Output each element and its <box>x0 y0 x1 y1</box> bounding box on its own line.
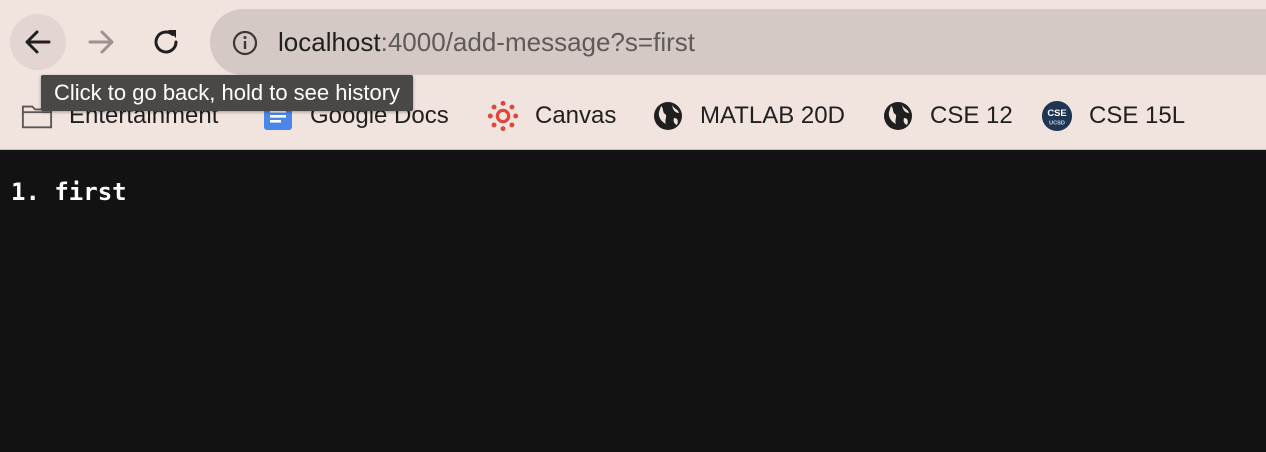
bookmark-label: CSE 12 <box>930 102 1013 129</box>
bookmark-label: Canvas <box>535 102 617 129</box>
reload-icon <box>154 30 178 54</box>
cse-icon-text-top: CSE <box>1047 107 1066 118</box>
url-host: localhost <box>278 27 381 57</box>
info-icon[interactable] <box>232 30 258 56</box>
bookmark-matlab-20d[interactable]: MATLAB 20D <box>652 92 845 140</box>
url-text[interactable]: localhost:4000/add-message?s=first <box>278 26 695 58</box>
forward-button[interactable] <box>73 14 129 70</box>
page-content: 1. first <box>0 150 1266 452</box>
arrow-left-icon <box>25 30 51 54</box>
bookmark-cse-15l[interactable]: CSE UCSD CSE 15L <box>1041 92 1185 140</box>
bookmark-label: CSE 15L <box>1089 102 1186 129</box>
cse-icon-text-bottom: UCSD <box>1049 120 1065 126</box>
arrow-right-icon <box>88 30 114 54</box>
cse-ucsd-icon: CSE UCSD <box>1041 100 1073 132</box>
url-path: :4000/add-message?s=first <box>380 27 695 57</box>
bookmark-label: MATLAB 20D <box>700 102 845 129</box>
globe-icon <box>882 100 914 132</box>
browser-chrome: localhost:4000/add-message?s=first Enter… <box>0 0 1266 150</box>
back-button[interactable] <box>10 14 66 70</box>
message-number: 1. <box>11 178 40 206</box>
bookmark-cse-12[interactable]: CSE 12 <box>882 92 1013 140</box>
address-bar[interactable]: localhost:4000/add-message?s=first <box>210 9 1266 75</box>
globe-icon <box>652 100 684 132</box>
reload-button[interactable] <box>138 14 194 70</box>
bookmark-canvas[interactable]: Canvas <box>487 92 616 140</box>
message-line: 1. first <box>11 178 127 206</box>
back-button-tooltip: Click to go back, hold to see history <box>41 75 414 111</box>
canvas-icon <box>487 100 519 132</box>
message-text: first <box>54 178 127 206</box>
